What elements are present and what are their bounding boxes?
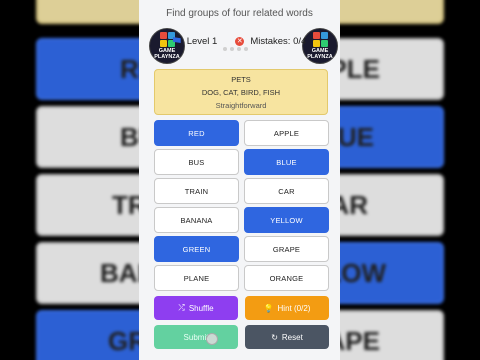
game-stage: RE PPLE BU BLUE TRA CAR BANA LLOW GRE RA…	[0, 0, 480, 360]
word-tile[interactable]: GRAPE	[244, 236, 329, 262]
word-tile[interactable]: BUS	[154, 149, 239, 175]
word-tile[interactable]: TRAIN	[154, 178, 239, 204]
touch-cursor	[206, 333, 218, 345]
reset-icon: ↻	[271, 332, 278, 342]
submit-label: Submit	[183, 332, 209, 342]
hint-label: Hint (0/2)	[277, 303, 311, 313]
reset-label: Reset	[281, 332, 303, 342]
hint-button[interactable]: 💡 Hint (0/2)	[245, 296, 329, 320]
action-buttons: ⤮ Shuffle 💡 Hint (0/2) Submit ↻ Reset	[154, 296, 329, 349]
game-panel: Find groups of four related words GAME PL…	[139, 0, 340, 360]
mistake-dot	[237, 47, 241, 51]
word-tile[interactable]: YELLOW	[244, 207, 329, 233]
level-label: Level 1	[186, 35, 218, 47]
solved-group-card: PETS DOG, CAT, BIRD, FISH Straightforwar…	[154, 69, 328, 115]
word-tile[interactable]: GREEN	[154, 236, 239, 262]
shuffle-label: Shuffle	[188, 303, 214, 313]
submit-button[interactable]: Submit	[154, 325, 238, 349]
mistakes-counter: Mistakes: 0/4	[250, 35, 307, 47]
mistake-dot	[244, 47, 248, 51]
lightbulb-icon: 💡	[263, 303, 274, 313]
solved-category: PETS	[231, 75, 251, 84]
mistake-dot	[230, 47, 234, 51]
word-tile[interactable]: BANANA	[154, 207, 239, 233]
word-tile[interactable]: RED	[154, 120, 239, 146]
solved-words: DOG, CAT, BIRD, FISH	[201, 88, 281, 97]
word-tile[interactable]: PLANE	[154, 265, 239, 291]
word-grid: RED APPLE BUS BLUE TRAIN CAR BANANA YELL…	[154, 120, 329, 291]
word-tile[interactable]: CAR	[244, 178, 329, 204]
word-tile[interactable]: APPLE	[244, 120, 329, 146]
shuffle-button[interactable]: ⤮ Shuffle	[154, 296, 238, 320]
mistake-dot	[223, 47, 227, 51]
instruction-text: Find groups of four related words	[166, 8, 313, 19]
shuffle-icon: ⤮	[178, 303, 185, 312]
solved-difficulty: Straightforward	[215, 101, 267, 110]
word-tile[interactable]: BLUE	[244, 149, 329, 175]
mistake-dots	[223, 47, 248, 51]
mistake-icon: ✕	[235, 36, 245, 46]
word-tile[interactable]: ORANGE	[244, 265, 329, 291]
reset-button[interactable]: ↻ Reset	[245, 325, 329, 349]
flag-icon	[172, 37, 181, 43]
